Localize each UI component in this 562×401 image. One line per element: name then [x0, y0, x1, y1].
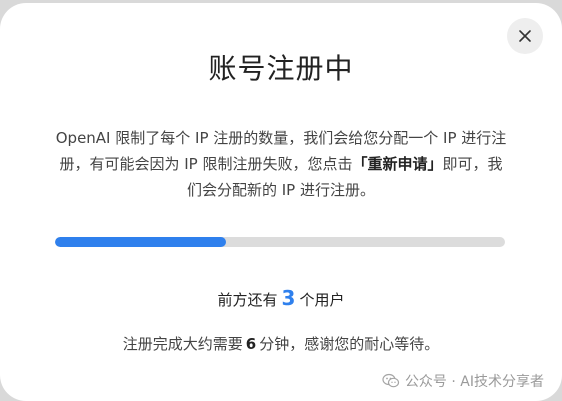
eta-status: 注册完成大约需要 6 分钟，感谢您的耐心等待。 [0, 333, 562, 354]
watermark: 公众号 · AI技术分享者 [382, 371, 544, 391]
registration-dialog: 账号注册中 OpenAI 限制了每个 IP 注册的数量，我们会给您分配一个 IP… [0, 3, 562, 401]
registration-progress-bar [55, 237, 505, 247]
eta-prefix: 注册完成大约需要 [122, 335, 243, 353]
reapply-highlight: 「重新申请」 [352, 155, 443, 173]
wechat-icon [382, 373, 400, 388]
queue-count: 3 [281, 286, 296, 310]
dialog-description: OpenAI 限制了每个 IP 注册的数量，我们会给您分配一个 IP 进行注册，… [52, 125, 510, 203]
queue-prefix: 前方还有 [217, 291, 278, 309]
progress-fill [55, 237, 226, 247]
queue-status: 前方还有 3 个用户 [0, 286, 562, 310]
close-icon [519, 30, 531, 42]
dialog-title: 账号注册中 [208, 52, 354, 85]
queue-suffix: 个用户 [299, 291, 345, 309]
eta-suffix: 分钟，感谢您的耐心等待。 [259, 335, 440, 353]
watermark-text: 公众号 · AI技术分享者 [404, 374, 544, 390]
eta-minutes: 6 [245, 335, 257, 353]
